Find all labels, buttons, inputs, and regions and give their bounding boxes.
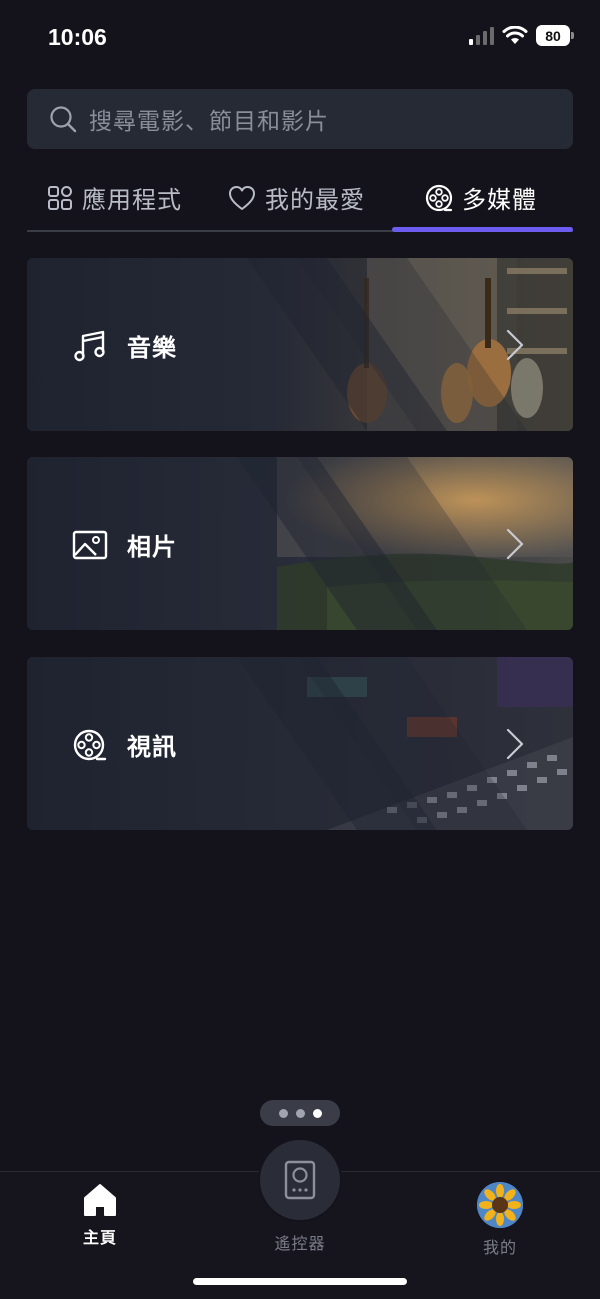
media-card-photos[interactable]: 相片 — [27, 457, 573, 630]
status-bar: 10:06 80 — [0, 0, 600, 76]
sunflower-avatar-icon — [477, 1182, 523, 1228]
tab-media[interactable]: 多媒體 — [425, 180, 537, 215]
category-tabs: 應用程式 我的最愛 多媒體 — [27, 170, 573, 232]
film-reel-icon — [425, 184, 453, 211]
tab-favorites-label: 我的最愛 — [265, 186, 365, 214]
media-card-video[interactable]: 視訊 — [27, 657, 573, 830]
tab-apps[interactable]: 應用程式 — [47, 180, 182, 215]
chevron-right-icon — [506, 728, 524, 760]
remote-control-button[interactable] — [258, 1138, 342, 1222]
search-placeholder: 搜尋電影、節目和影片 — [89, 109, 329, 135]
image-icon — [72, 530, 108, 560]
page-dot-3-active — [312, 1108, 322, 1118]
apps-grid-icon — [48, 185, 72, 210]
photos-card-background — [27, 457, 573, 630]
status-time: 10:06 — [48, 24, 107, 50]
page-dot-2 — [295, 1108, 305, 1118]
nav-profile-label: 我的 — [482, 1238, 517, 1257]
nav-remote-label: 遙控器 — [274, 1234, 326, 1253]
home-indicator-bar — [193, 1278, 407, 1285]
music-card-label: 音樂 — [127, 334, 177, 362]
remote-icon — [284, 1160, 316, 1200]
nav-home[interactable]: 主頁 — [40, 1182, 160, 1248]
tab-favorites[interactable]: 我的最愛 — [228, 180, 365, 215]
video-card-background — [27, 657, 573, 830]
avatar — [477, 1182, 523, 1228]
music-card-background — [27, 258, 573, 431]
home-icon — [84, 1184, 116, 1216]
cellular-signal-icon — [469, 26, 494, 45]
battery-indicator: 80 — [536, 25, 574, 46]
nav-home-label: 主頁 — [82, 1228, 117, 1247]
chevron-right-icon — [506, 528, 524, 560]
tab-apps-label: 應用程式 — [82, 186, 182, 214]
search-icon — [50, 106, 77, 133]
wifi-icon — [502, 26, 528, 44]
battery-level: 80 — [545, 27, 561, 44]
page-indicator[interactable] — [260, 1100, 340, 1126]
active-tab-indicator — [392, 227, 573, 232]
chevron-right-icon — [506, 329, 524, 361]
nav-profile[interactable]: 我的 — [440, 1182, 560, 1258]
photos-card-label: 相片 — [127, 533, 177, 561]
page-dot-1 — [278, 1108, 288, 1118]
film-reel-icon — [73, 729, 107, 761]
heart-icon — [229, 185, 255, 210]
tab-media-label: 多媒體 — [462, 186, 537, 214]
media-card-music[interactable]: 音樂 — [27, 258, 573, 431]
search-input[interactable]: 搜尋電影、節目和影片 — [27, 89, 573, 149]
nav-remote[interactable]: 遙控器 — [240, 1224, 360, 1254]
video-card-label: 視訊 — [127, 733, 177, 761]
music-note-icon — [74, 330, 105, 362]
status-icons: 80 — [468, 25, 574, 46]
